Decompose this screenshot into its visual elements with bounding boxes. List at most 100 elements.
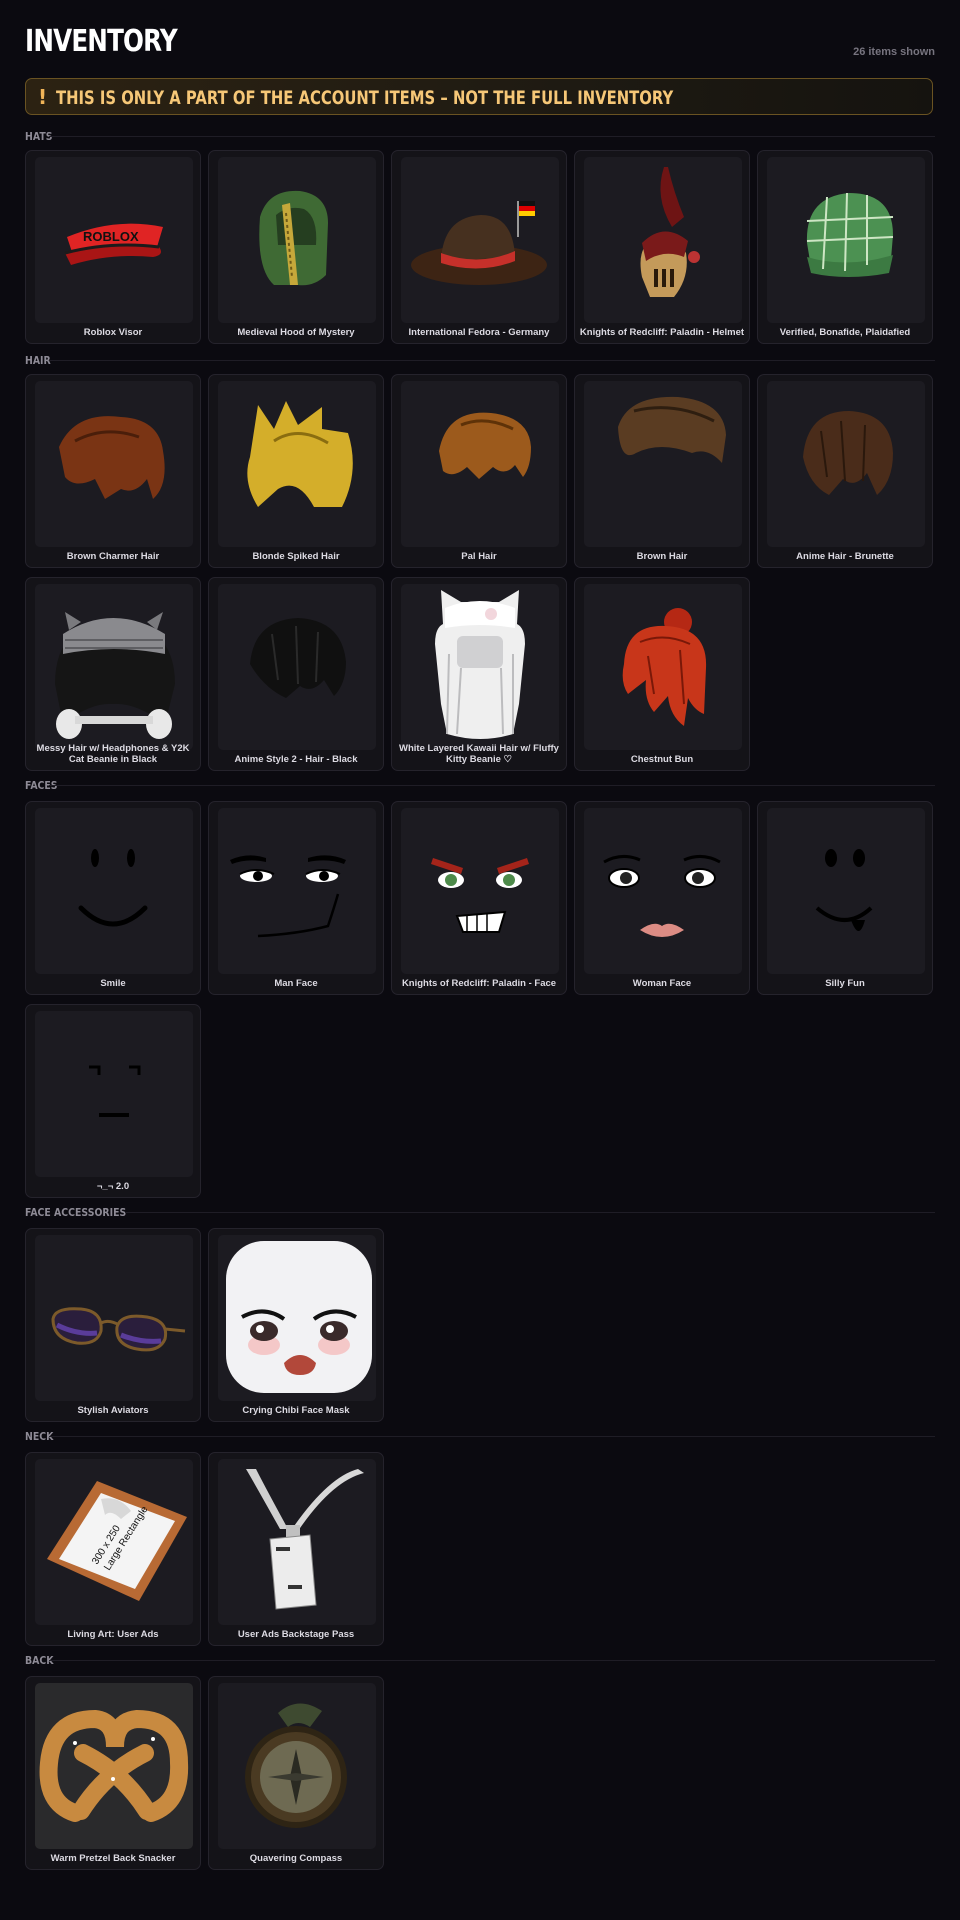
item-card[interactable]: Quavering Compass [208,1676,384,1870]
item-thumbnail [767,808,925,974]
item-card[interactable]: Stylish Aviators [25,1228,201,1422]
brunette-hair-icon [803,411,893,495]
item-name: Crying Chibi Face Mask [242,1405,350,1416]
item-name: Medieval Hood of Mystery [237,327,355,338]
item-card[interactable]: Warm Pretzel Back Snacker [25,1676,201,1870]
item-name: Brown Charmer Hair [66,551,160,562]
silly-face-icon [815,849,873,931]
item-name: Stylish Aviators [77,1405,149,1416]
item-name: Warm Pretzel Back Snacker [50,1853,176,1864]
item-thumbnail [584,157,742,323]
item-thumbnail [218,1459,376,1625]
white-hair-icon [435,590,525,739]
item-name: Quavering Compass [249,1853,343,1864]
section-label-hair: HAIR [25,354,51,367]
item-thumbnail [218,808,376,974]
blonde-hair-icon [247,401,353,507]
knight-helmet-icon [640,167,700,297]
item-card[interactable]: Messy Hair w/ Headphones & Y2K Cat Beani… [25,577,201,771]
item-name: Chestnut Bun [630,754,694,765]
item-count: 26 items shown [853,46,935,58]
black-hair-icon [250,618,346,698]
item-name: Anime Style 2 - Hair - Black [234,754,358,765]
item-card[interactable]: Knights of Redcliff: Paladin - Helmet [574,150,750,344]
page-title: INVENTORY [25,24,178,59]
item-card[interactable]: Silly Fun [757,801,933,995]
pal-hair-icon [439,412,531,479]
item-thumbnail: ROBLOX [35,157,193,323]
section-divider [49,1436,935,1437]
item-card[interactable]: Chestnut Bun [574,577,750,771]
item-card[interactable]: Brown Charmer Hair [25,374,201,568]
aviators-icon [51,1307,186,1352]
item-card[interactable]: Pal Hair [391,374,567,568]
item-card[interactable]: ROBLOX Roblox Visor [25,150,201,344]
item-name: ¬_¬ 2.0 [96,1181,130,1192]
framed-sign-icon: 300 x 250 Large Rectangle [47,1481,187,1601]
brown-hair-icon [59,416,165,499]
item-thumbnail: 300 x 250 Large Rectangle [35,1459,193,1625]
item-card[interactable]: Medieval Hood of Mystery [208,150,384,344]
item-card[interactable]: Anime Style 2 - Hair - Black [208,577,384,771]
chibi-mask-icon [226,1241,372,1393]
item-card[interactable]: Blonde Spiked Hair [208,374,384,568]
header: INVENTORY 26 items shown [25,0,935,78]
item-card[interactable]: Brown Hair [574,374,750,568]
item-name: International Fedora - Germany [408,327,550,338]
item-thumbnail [218,1683,376,1849]
item-name: Woman Face [632,978,692,989]
pretzel-icon [39,1709,189,1822]
item-thumbnail [35,808,193,974]
item-name: Smile [100,978,126,989]
item-thumbnail [218,1235,376,1401]
section-divider [125,1212,935,1213]
paladin-face-icon [431,858,529,933]
item-card[interactable]: Smile [25,801,201,995]
item-thumbnail [584,381,742,547]
section-divider [49,1660,935,1661]
item-name: Living Art: User Ads [67,1629,159,1640]
section-divider [49,360,935,361]
man-face-icon [230,855,346,938]
item-thumbnail [584,584,742,750]
item-card[interactable]: Knights of Redcliff: Paladin - Face [391,801,567,995]
item-card[interactable]: Crying Chibi Face Mask [208,1228,384,1422]
compass-icon [245,1703,347,1828]
item-thumbnail [218,381,376,547]
brown-hair-icon [618,396,726,463]
section-label-face-accessories: FACE ACCESSORIES [25,1206,127,1219]
chestnut-bun-icon [622,608,707,726]
item-name: Pal Hair [461,551,497,562]
plaid-cap-icon [806,192,894,277]
item-thumbnail [35,1683,193,1849]
svg-text:ROBLOX: ROBLOX [83,229,139,244]
item-card[interactable]: Verified, Bonafide, Plaidafied [757,150,933,344]
item-name: Knights of Redcliff: Paladin - Helmet [579,327,745,338]
item-thumbnail [401,157,559,323]
item-name: User Ads Backstage Pass [237,1629,355,1640]
item-name: White Layered Kawaii Hair w/ Fluffy Kitt… [399,743,559,765]
item-card[interactable]: International Fedora - Germany [391,150,567,344]
section-divider [49,785,935,786]
item-thumbnail [401,808,559,974]
item-name: Verified, Bonafide, Plaidafied [779,327,911,338]
item-card[interactable]: Man Face [208,801,384,995]
item-card[interactable]: White Layered Kawaii Hair w/ Fluffy Kitt… [391,577,567,771]
item-thumbnail [35,381,193,547]
item-name: Blonde Spiked Hair [252,551,340,562]
fedora-icon [411,201,547,285]
item-card[interactable]: ¬_¬ 2.0 [25,1004,201,1198]
item-card[interactable]: Anime Hair - Brunette [757,374,933,568]
item-thumbnail [767,157,925,323]
item-name: Messy Hair w/ Headphones & Y2K Cat Beani… [36,743,190,765]
inventory-page: INVENTORY 26 items shown ! THIS IS ONLY … [25,0,935,1870]
item-name: Silly Fun [825,978,865,989]
item-thumbnail [401,584,559,750]
item-thumbnail [35,1011,193,1177]
item-name: Knights of Redcliff: Paladin - Face [401,978,557,989]
item-card[interactable]: Woman Face [574,801,750,995]
item-card[interactable]: User Ads Backstage Pass [208,1452,384,1646]
section-divider [49,136,935,137]
item-thumbnail [35,584,193,750]
item-card[interactable]: 300 x 250 Large Rectangle Living Art: Us… [25,1452,201,1646]
